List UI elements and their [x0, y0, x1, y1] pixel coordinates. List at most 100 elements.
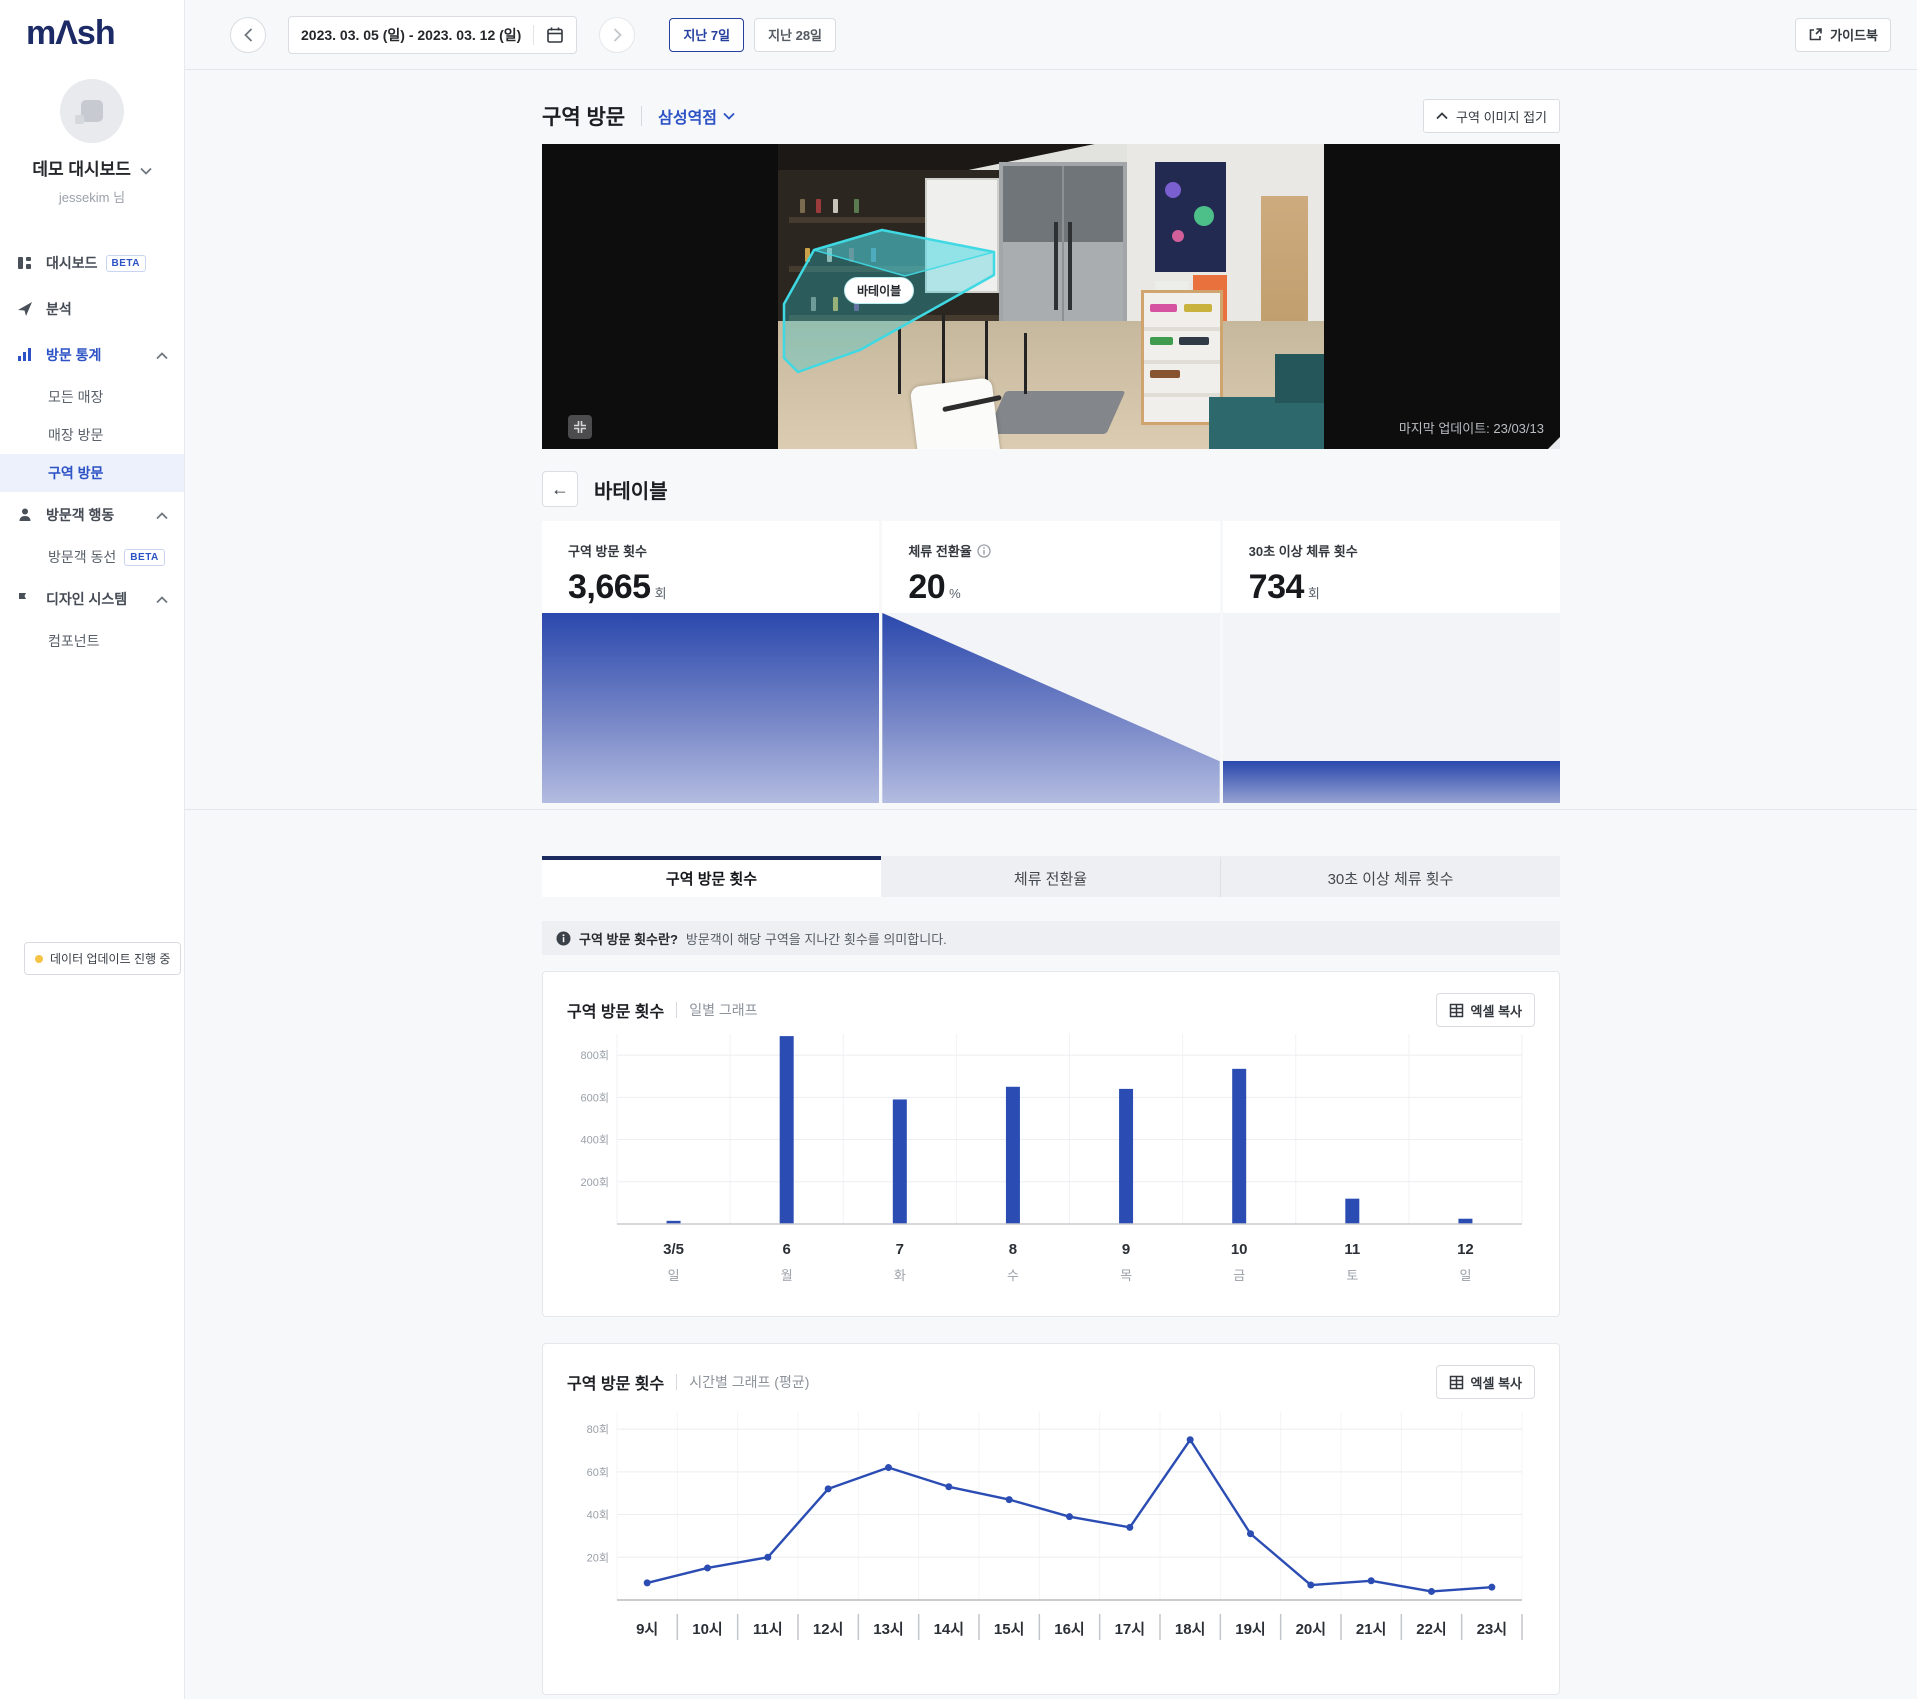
svg-text:14시: 14시: [934, 1621, 965, 1638]
sidebar-item-all-stores[interactable]: 모든 매장: [0, 378, 184, 416]
store-selector[interactable]: 삼성역점: [658, 104, 735, 128]
sidebar-item-store-visits[interactable]: 매장 방문: [0, 416, 184, 454]
sidebar-item-label: 분석: [46, 301, 72, 317]
svg-text:19시: 19시: [1235, 1621, 1266, 1638]
collapse-arrows-icon: [574, 421, 586, 433]
main-area: 2023. 03. 05 (일) - 2023. 03. 12 (일) 지난 7…: [185, 0, 1917, 1699]
section-head: 구역 방문 삼성역점 구역 이미지 접기: [542, 96, 1560, 136]
excel-copy-label: 엑셀 복사: [1470, 1003, 1522, 1019]
svg-text:목: 목: [1120, 1268, 1132, 1283]
svg-text:20회: 20회: [587, 1551, 609, 1564]
metric-tabs: 구역 방문 횟수 체류 전환율 30초 이상 체류 횟수: [542, 856, 1560, 897]
funnel-segment-3: [1222, 613, 1560, 803]
page-title: 구역 방문: [542, 106, 626, 129]
stat-card-visits: 구역 방문 횟수 3,665 회: [542, 521, 880, 613]
sidebar-item-dashboard[interactable]: 대시보드 BETA: [0, 240, 184, 286]
svg-text:8: 8: [1009, 1241, 1017, 1258]
sidebar-item-components[interactable]: 컴포넌트: [0, 622, 184, 660]
svg-text:200회: 200회: [581, 1176, 609, 1189]
back-button[interactable]: ←: [542, 471, 578, 507]
info-note-term: 구역 방문 횟수란?: [579, 931, 678, 947]
svg-text:9: 9: [1122, 1241, 1130, 1258]
status-text: 데이터 업데이트 진행 중: [50, 952, 171, 966]
svg-text:16시: 16시: [1054, 1621, 1085, 1638]
last-28-days-button[interactable]: 지난 28일: [754, 17, 837, 52]
store-name: 삼성역점: [658, 110, 718, 127]
analysis-icon: [16, 300, 34, 318]
stat-label: 30초 이상 체류 횟수: [1248, 544, 1358, 559]
sidebar-item-visitor-paths[interactable]: 방문객 동선 BETA: [0, 538, 184, 576]
stats-funnel: 구역 방문 횟수 3,665 회 체류 전환율 20% 30초 이상 체류 횟수 …: [542, 521, 1560, 803]
last-7-days-button[interactable]: 지난 7일: [669, 17, 745, 52]
guidebook-button[interactable]: 가이드북: [1795, 17, 1891, 52]
sidebar-item-label: 대시보드: [46, 255, 98, 271]
sidebar-item-analysis[interactable]: 분석: [0, 286, 184, 332]
stat-unit: %: [949, 586, 961, 601]
chevron-up-icon: [156, 591, 168, 607]
daily-chart-card: 구역 방문 횟수 일별 그래프 엑셀 복사 200회 400회 600회 800회 3/…: [542, 971, 1560, 1317]
sidebar-item-zone-visits[interactable]: 구역 방문: [0, 454, 184, 492]
svg-text:7: 7: [896, 1241, 904, 1258]
stat-value: 3,665: [568, 568, 651, 606]
info-icon[interactable]: [977, 543, 991, 558]
svg-text:800회: 800회: [581, 1049, 609, 1062]
sidebar-item-design-system[interactable]: 디자인 시스템: [0, 576, 184, 622]
sidebar-item-visitor-behavior[interactable]: 방문객 행동: [0, 492, 184, 538]
svg-text:12시: 12시: [813, 1621, 844, 1638]
collapse-zone-image-label: 구역 이미지 접기: [1456, 109, 1547, 125]
svg-text:18시: 18시: [1175, 1621, 1206, 1638]
date-range-picker[interactable]: 2023. 03. 05 (일) - 2023. 03. 12 (일): [288, 15, 578, 54]
content: 구역 방문 삼성역점 구역 이미지 접기 바테이블 마지막 업데이트: 23/0…: [185, 70, 1917, 1695]
next-period-button[interactable]: [599, 16, 636, 53]
excel-copy-button[interactable]: 엑셀 복사: [1435, 993, 1535, 1027]
sidebar-item-label: 구역 방문: [48, 465, 104, 481]
divider: [676, 1374, 678, 1390]
svg-text:9시: 9시: [636, 1621, 658, 1638]
chevron-up-icon: [1436, 112, 1448, 120]
svg-text:일: 일: [1459, 1268, 1471, 1283]
svg-text:금: 금: [1233, 1268, 1245, 1283]
chevron-up-icon: [156, 347, 168, 363]
svg-text:15시: 15시: [994, 1621, 1025, 1638]
zone-camera-image: 바테이블 마지막 업데이트: 23/03/13: [542, 144, 1560, 449]
tab-zone-visits[interactable]: 구역 방문 횟수: [542, 856, 881, 897]
zone-label-pill: 바테이블: [844, 277, 915, 304]
design-icon: [16, 590, 34, 608]
divider: [676, 1002, 678, 1018]
camera-photo: 바테이블: [778, 144, 1324, 449]
external-link-icon: [1809, 28, 1822, 41]
sidebar-item-label: 디자인 시스템: [46, 591, 128, 607]
stat-label: 구역 방문 횟수: [568, 544, 647, 559]
mash-logo: mΛsh: [26, 14, 116, 52]
table-icon: [1449, 1375, 1463, 1389]
sidebar-item-label: 컴포넌트: [48, 633, 100, 649]
funnel-segment-2: [882, 613, 1220, 803]
status-dot-icon: [35, 954, 43, 963]
svg-text:10: 10: [1231, 1241, 1248, 1258]
svg-text:80회: 80회: [587, 1423, 609, 1436]
fit-screen-button[interactable]: [568, 415, 592, 439]
bar-chart-icon: [16, 346, 34, 364]
tab-dwell[interactable]: 30초 이상 체류 횟수: [1220, 856, 1560, 897]
hourly-chart-card: 구역 방문 횟수 시간별 그래프 (평균) 엑셀 복사 20회 40회 60회 80회…: [542, 1343, 1560, 1695]
excel-copy-button[interactable]: 엑셀 복사: [1435, 1365, 1535, 1399]
sidebar-item-label: 방문 통계: [46, 347, 102, 363]
sidebar-item-label: 모든 매장: [48, 389, 104, 405]
svg-text:400회: 400회: [581, 1134, 609, 1147]
sidebar-item-visit-stats[interactable]: 방문 통계: [0, 332, 184, 378]
chevron-left-icon: [243, 27, 252, 42]
svg-text:23시: 23시: [1477, 1621, 1508, 1638]
prev-period-button[interactable]: [230, 16, 266, 53]
workspace-selector[interactable]: 데모 대시보드: [0, 155, 184, 180]
tab-conversion[interactable]: 체류 전환율: [881, 856, 1220, 897]
sidebar-item-label: 매장 방문: [48, 427, 104, 443]
svg-text:13시: 13시: [873, 1621, 904, 1638]
stat-card-conversion: 체류 전환율 20%: [882, 521, 1220, 613]
svg-text:40회: 40회: [587, 1509, 609, 1522]
calendar-icon: [547, 27, 564, 43]
dashboard-icon: [16, 254, 34, 272]
collapse-zone-image-button[interactable]: 구역 이미지 접기: [1423, 99, 1560, 133]
resize-handle[interactable]: [1548, 437, 1560, 449]
svg-text:600회: 600회: [581, 1091, 609, 1104]
svg-text:일: 일: [668, 1268, 680, 1283]
